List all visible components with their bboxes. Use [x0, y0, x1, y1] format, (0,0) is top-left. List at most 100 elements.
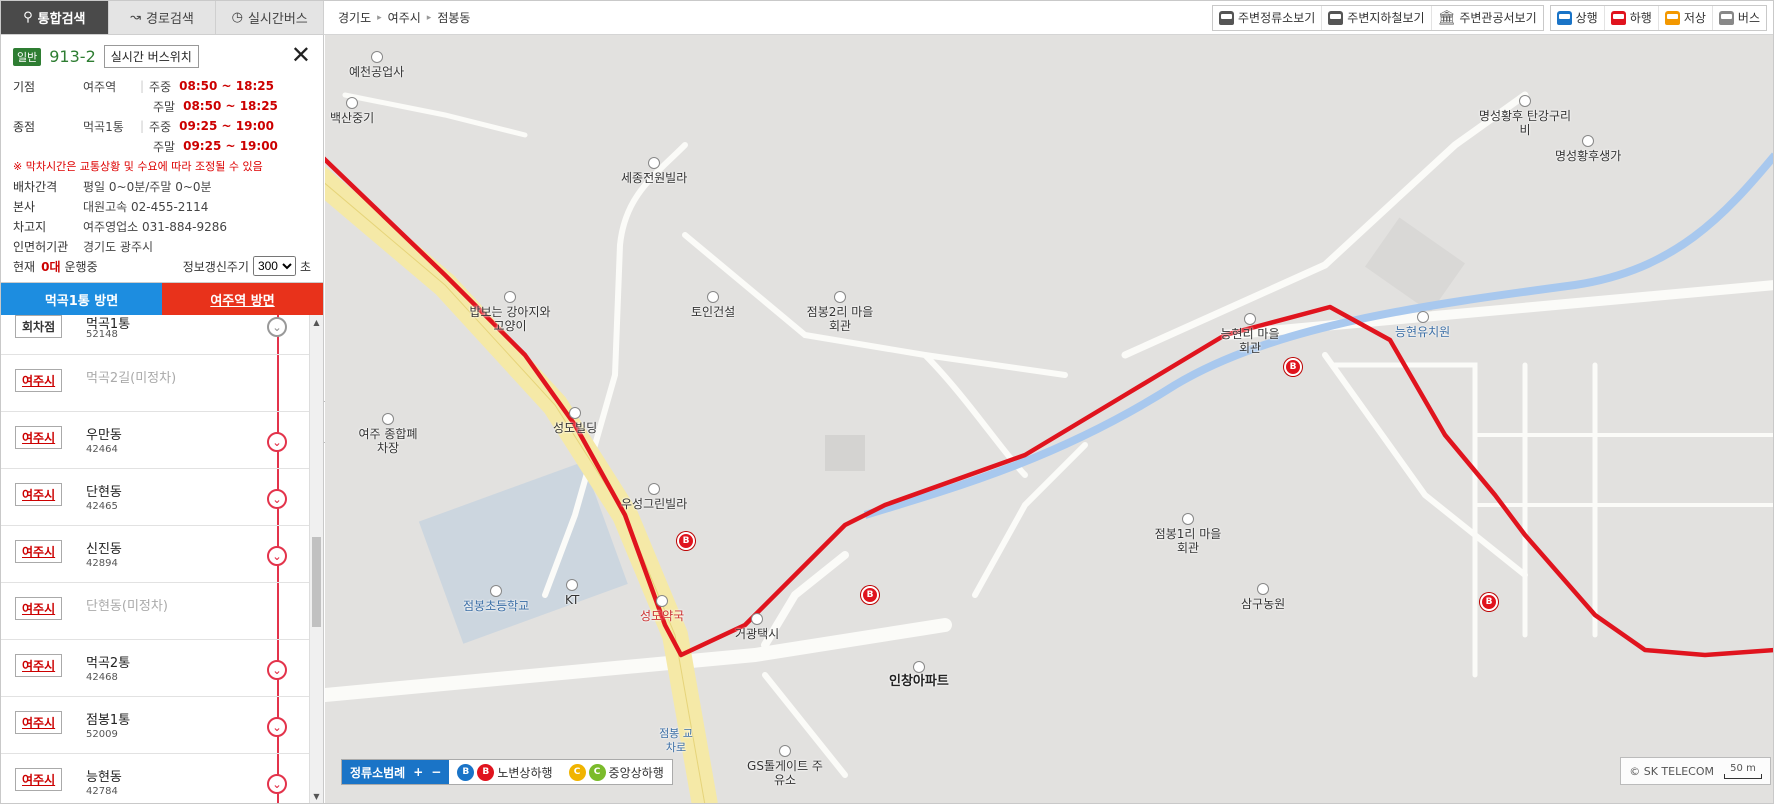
stop-list-item[interactable]: 여주시 능현동 42784 ⌄: [1, 754, 323, 803]
poi-pharmacy[interactable]: 성도약국: [640, 595, 684, 623]
stop-name[interactable]: 점봉1통: [86, 709, 130, 728]
map-view[interactable]: 예천공업사 백산중기 세종전원빌라 명성황후 탄강구리비 명성황후생가 토인건설…: [325, 35, 1773, 803]
poi-label: GS톨게이트 주유소: [747, 759, 823, 787]
poi-taxi[interactable]: 거광택시: [735, 613, 779, 641]
legend-up-label: 상행: [1575, 11, 1598, 25]
stop-name[interactable]: 먹곡2길(미정차): [86, 367, 176, 386]
poi-yecheon[interactable]: 예천공업사: [349, 51, 404, 79]
nearby-stops-button[interactable]: 주변정류소보기: [1213, 5, 1323, 30]
stop-region-tag[interactable]: 여주시: [15, 369, 63, 392]
chevron-down-icon[interactable]: ⌄: [267, 317, 287, 337]
chevron-down-icon[interactable]: ⌄: [267, 432, 287, 452]
start-weekend-label: 주말: [153, 99, 176, 114]
tab-label: 통합검색: [37, 12, 86, 27]
stop-list-item[interactable]: 여주시 우만동 42464 ⌄: [1, 412, 323, 469]
tab-integrated-search[interactable]: ⚲ 통합검색: [1, 1, 109, 34]
stop-region-tag[interactable]: 여주시: [15, 711, 63, 734]
stop-region-tag[interactable]: 여주시: [15, 597, 63, 620]
schedule-note: ※ 막차시간은 교통상황 및 수요에 따라 조정될 수 있음: [13, 160, 263, 173]
chevron-down-icon[interactable]: ⌄: [267, 660, 287, 680]
refresh-interval-select[interactable]: 300: [252, 256, 296, 276]
legend-title[interactable]: 정류소범례 + −: [342, 760, 450, 784]
tab-realtime-bus[interactable]: ◷ 실시간버스: [216, 1, 325, 34]
stop-region-tag[interactable]: 여주시: [15, 768, 63, 791]
garage-row: 차고지 여주영업소 031-884-9286: [13, 216, 311, 236]
poi-samgu[interactable]: 삼구농원: [1241, 583, 1285, 611]
scroll-down-arrow[interactable]: ▼: [310, 789, 323, 803]
legend-down-button[interactable]: 하행: [1605, 5, 1659, 30]
stop-list-item[interactable]: 여주시 신진동 42894 ⌄: [1, 526, 323, 583]
poi-sejong-villa[interactable]: 세종전원빌라: [621, 157, 687, 185]
breadcrumb-city[interactable]: 여주시: [388, 9, 421, 26]
chevron-down-icon[interactable]: ⌄: [267, 774, 287, 794]
plus-icon[interactable]: +: [413, 765, 423, 779]
poi-useong-villa[interactable]: 우성그린빌라: [621, 483, 687, 511]
poi-toin[interactable]: 토인건설: [691, 291, 735, 319]
nearby-office-button[interactable]: 🏛 주변관공서보기: [1432, 6, 1543, 30]
poi-junction[interactable]: 점봉 교차로: [657, 727, 695, 755]
stop-region-tag[interactable]: 여주시: [15, 483, 63, 506]
stop-name[interactable]: 신진동: [86, 538, 122, 557]
poi-jeombong1[interactable]: 점봉1리 마을회관: [1153, 513, 1223, 555]
legend-lowfloor-button[interactable]: 저상: [1659, 5, 1713, 30]
legend-bus-button[interactable]: 버스: [1713, 6, 1766, 30]
poi-myeongseong-monument[interactable]: 명성황후 탄강구리비: [1475, 95, 1575, 137]
stop-list-item[interactable]: 여주시 먹곡2통 42468 ⌄: [1, 640, 323, 697]
poi-icon: [1519, 95, 1531, 107]
nearby-button-group: 주변정류소보기 주변지하철보기 🏛 주변관공서보기: [1212, 4, 1544, 31]
stop-list-item[interactable]: 여주시 먹곡2길(미정차): [1, 355, 323, 412]
poi-myeongseong-birthplace[interactable]: 명성황후생가: [1555, 135, 1621, 163]
nearby-subway-button[interactable]: 주변지하철보기: [1322, 5, 1432, 30]
poi-inchang-apt[interactable]: 인창아파트: [889, 661, 949, 689]
poi-pet-shop[interactable]: 밥보는 강아지와고양이: [465, 291, 555, 333]
stop-name[interactable]: 단현동(미정차): [86, 595, 168, 614]
stop-list-item[interactable]: 여주시 단현동 42465 ⌄: [1, 469, 323, 526]
poi-seongdo-building[interactable]: 성도빌딩: [553, 407, 597, 435]
poi-neunghyeon-hall[interactable]: 능현리 마을회관: [1215, 313, 1285, 355]
poi-kt[interactable]: KT: [565, 579, 579, 607]
poi-jeombong2[interactable]: 점봉2리 마을회관: [805, 291, 875, 333]
tab-direction-mukgok[interactable]: 먹곡1통 방면: [1, 283, 162, 315]
breadcrumb-dong[interactable]: 점봉동: [437, 9, 470, 26]
realtime-location-button[interactable]: 실시간 버스위치: [103, 45, 199, 68]
tab-route-search[interactable]: ↝ 경로검색: [109, 1, 217, 34]
breadcrumb-province[interactable]: 경기도: [338, 9, 371, 26]
stop-list-item[interactable]: 회차점 먹곡1통 52148 ⌄: [1, 315, 323, 355]
stop-region-tag[interactable]: 여주시: [15, 654, 63, 677]
legend-up-button[interactable]: 상행: [1551, 5, 1605, 30]
poi-kindergarten[interactable]: 능현유치원: [1395, 311, 1450, 339]
scroll-up-arrow[interactable]: ▲: [310, 315, 323, 329]
stop-region-tag[interactable]: 여주시: [15, 540, 63, 563]
chevron-down-icon[interactable]: ⌄: [267, 489, 287, 509]
poi-gas-station[interactable]: GS톨게이트 주유소: [745, 745, 825, 787]
bus-stop-marker[interactable]: B: [677, 532, 695, 550]
divider: |: [140, 119, 145, 133]
poi-school[interactable]: 점봉초등학교: [463, 585, 529, 613]
poi-scrapyard[interactable]: 여주 종합폐차장: [353, 413, 423, 455]
bus-stop-marker[interactable]: B: [1480, 593, 1498, 611]
route-type-badge: 일반: [13, 47, 42, 66]
stop-list-scrollbar[interactable]: ▲ ▼: [309, 315, 323, 803]
stop-list-item[interactable]: 여주시 단현동(미정차): [1, 583, 323, 640]
stop-list-item[interactable]: 여주시 점봉1통 52009 ⌄: [1, 697, 323, 754]
chevron-down-icon[interactable]: ⌄: [267, 717, 287, 737]
stop-region-tag[interactable]: 회차점: [15, 315, 63, 338]
bus-stop-marker[interactable]: B: [861, 586, 879, 604]
stop-name[interactable]: 능현동: [86, 766, 122, 785]
landmark-icon: [1582, 135, 1595, 147]
poi-label: 인창아파트: [889, 674, 949, 689]
stop-name[interactable]: 먹곡2통: [86, 652, 130, 671]
app-window: ⚲ 통합검색 ↝ 경로검색 ◷ 실시간버스 경기도 ▸ 여주시 ▸ 점봉동 주변…: [0, 0, 1774, 804]
poi-baeksan[interactable]: 백산중기: [330, 97, 374, 125]
stop-region-tag[interactable]: 여주시: [15, 426, 63, 449]
tab-direction-yeoju[interactable]: 여주역 방면: [162, 283, 323, 315]
copyright-text: © SK TELECOM: [1629, 764, 1714, 778]
stop-name[interactable]: 우만동: [86, 424, 122, 443]
bus-stop-marker[interactable]: B: [1284, 358, 1302, 376]
minus-icon[interactable]: −: [431, 765, 441, 779]
scroll-thumb[interactable]: [312, 537, 321, 627]
stop-name[interactable]: 단현동: [86, 481, 122, 500]
stop-id: 52148: [86, 329, 118, 340]
chevron-down-icon[interactable]: ⌄: [267, 546, 287, 566]
close-icon[interactable]: ✕: [291, 43, 311, 67]
